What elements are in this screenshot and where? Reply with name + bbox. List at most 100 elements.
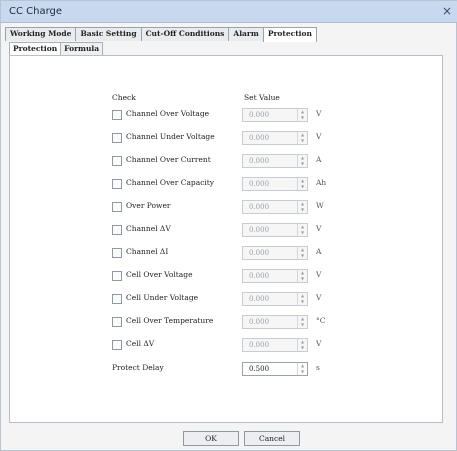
row-cell-under-voltage: Cell Under Voltage 0.000 ▲ ▼ V xyxy=(112,292,432,306)
checkbox[interactable] xyxy=(112,225,122,235)
checkbox[interactable] xyxy=(112,179,122,189)
value-spinbox[interactable]: 0.000 ▲ ▼ xyxy=(242,269,308,283)
value-spinbox[interactable]: 0.000 ▲ ▼ xyxy=(242,154,308,168)
checkbox[interactable] xyxy=(112,248,122,258)
tab-protection[interactable]: Protection xyxy=(262,27,317,42)
spin-buttons: ▲ ▼ xyxy=(297,339,307,351)
row-label: Over Power xyxy=(126,201,171,210)
subtab-formula[interactable]: Formula xyxy=(60,42,104,55)
unit-label: V xyxy=(316,109,322,118)
ok-button[interactable]: OK xyxy=(183,431,239,446)
row-label: Channel Over Voltage xyxy=(126,109,210,118)
spin-down-icon[interactable]: ▼ xyxy=(298,115,307,121)
cc-charge-dialog: CC Charge × Working Mode Basic Setting C… xyxy=(0,0,457,451)
row-label: Cell Over Temperature xyxy=(126,316,214,325)
checkbox[interactable] xyxy=(112,340,122,350)
unit-label: A xyxy=(316,247,322,256)
checkbox[interactable] xyxy=(112,294,122,304)
value-spinbox[interactable]: 0.000 ▲ ▼ xyxy=(242,223,308,237)
spinbox-value: 0.000 xyxy=(249,134,270,142)
row-cell-over-voltage: Cell Over Voltage 0.000 ▲ ▼ V xyxy=(112,269,432,283)
spin-buttons: ▲ ▼ xyxy=(297,132,307,144)
spin-down-icon[interactable]: ▼ xyxy=(298,276,307,282)
spin-buttons: ▲ ▼ xyxy=(297,270,307,282)
spin-down-icon[interactable]: ▼ xyxy=(298,253,307,259)
spin-buttons: ▲ ▼ xyxy=(297,316,307,328)
row-cell-over-temperature: Cell Over Temperature 0.000 ▲ ▼ °C xyxy=(112,315,432,329)
spin-buttons: ▲ ▼ xyxy=(297,224,307,236)
check-column-header: Check xyxy=(112,93,136,102)
spin-down-icon[interactable]: ▼ xyxy=(298,345,307,351)
spin-down-icon[interactable]: ▼ xyxy=(298,138,307,144)
value-spinbox[interactable]: 0.000 ▲ ▼ xyxy=(242,246,308,260)
spin-buttons: ▲ ▼ xyxy=(297,109,307,121)
value-spinbox[interactable]: 0.000 ▲ ▼ xyxy=(242,108,308,122)
row-channel-delta-i: Channel ΔI 0.000 ▲ ▼ A xyxy=(112,246,432,260)
spin-down-icon[interactable]: ▼ xyxy=(298,322,307,328)
close-icon[interactable]: × xyxy=(440,4,454,18)
checkbox[interactable] xyxy=(112,202,122,212)
unit-label: Ah xyxy=(316,178,327,187)
checkbox[interactable] xyxy=(112,317,122,327)
checkbox[interactable] xyxy=(112,156,122,166)
title-bar: CC Charge × xyxy=(1,1,457,23)
checkbox[interactable] xyxy=(112,133,122,143)
window-title: CC Charge xyxy=(9,6,63,17)
value-spinbox[interactable]: 0.000 ▲ ▼ xyxy=(242,177,308,191)
main-tabs: Working Mode Basic Setting Cut-Off Condi… xyxy=(5,27,317,42)
subtab-protection[interactable]: Protection xyxy=(9,42,62,56)
spinbox-value: 0.000 xyxy=(249,226,270,234)
spinbox-value: 0.000 xyxy=(249,272,270,280)
spin-buttons: ▲ ▼ xyxy=(297,293,307,305)
value-spinbox[interactable]: 0.000 ▲ ▼ xyxy=(242,338,308,352)
value-spinbox[interactable]: 0.000 ▲ ▼ xyxy=(242,131,308,145)
row-label: Channel Over Current xyxy=(126,155,211,164)
spin-buttons: ▲ ▼ xyxy=(297,201,307,213)
spinbox-value: 0.000 xyxy=(249,295,270,303)
cancel-button[interactable]: Cancel xyxy=(244,431,300,446)
unit-label: A xyxy=(316,155,322,164)
spin-down-icon[interactable]: ▼ xyxy=(298,161,307,167)
spin-down-icon[interactable]: ▼ xyxy=(298,230,307,236)
checkbox[interactable] xyxy=(112,110,122,120)
value-spinbox[interactable]: 0.000 ▲ ▼ xyxy=(242,292,308,306)
value-spinbox[interactable]: 0.000 ▲ ▼ xyxy=(242,200,308,214)
tab-basic-setting[interactable]: Basic Setting xyxy=(75,27,142,41)
protect-delay-label: Protect Delay xyxy=(112,363,164,372)
spinbox-value: 0.000 xyxy=(249,180,270,188)
row-label: Cell Under Voltage xyxy=(126,293,199,302)
unit-label: V xyxy=(316,132,322,141)
tab-alarm[interactable]: Alarm xyxy=(228,27,264,41)
row-channel-over-current: Channel Over Current 0.000 ▲ ▼ A xyxy=(112,154,432,168)
spin-down-icon[interactable]: ▼ xyxy=(298,207,307,213)
row-label: Cell ΔV xyxy=(126,339,155,348)
spin-down-icon[interactable]: ▼ xyxy=(298,369,307,375)
unit-label: °C xyxy=(316,316,326,325)
row-channel-over-capacity: Channel Over Capacity 0.000 ▲ ▼ Ah xyxy=(112,177,432,191)
unit-label: V xyxy=(316,293,322,302)
tab-working-mode[interactable]: Working Mode xyxy=(5,27,77,41)
unit-label: V xyxy=(316,224,322,233)
spin-buttons: ▲ ▼ xyxy=(297,363,307,375)
row-label: Cell Over Voltage xyxy=(126,270,193,279)
row-protect-delay: Protect Delay 0.500 ▲ ▼ s xyxy=(112,362,432,376)
protect-delay-spinbox[interactable]: 0.500 ▲ ▼ xyxy=(242,362,308,376)
spin-buttons: ▲ ▼ xyxy=(297,155,307,167)
spinbox-value: 0.000 xyxy=(249,341,270,349)
spin-buttons: ▲ ▼ xyxy=(297,247,307,259)
spinbox-value: 0.000 xyxy=(249,157,270,165)
value-spinbox[interactable]: 0.000 ▲ ▼ xyxy=(242,315,308,329)
set-value-column-header: Set Value xyxy=(244,93,280,102)
spinbox-value: 0.500 xyxy=(249,365,270,373)
row-channel-delta-v: Channel ΔV 0.000 ▲ ▼ V xyxy=(112,223,432,237)
row-over-power: Over Power 0.000 ▲ ▼ W xyxy=(112,200,432,214)
sub-tabs: Protection Formula xyxy=(9,42,104,56)
spinbox-value: 0.000 xyxy=(249,249,270,257)
spin-down-icon[interactable]: ▼ xyxy=(298,299,307,305)
checkbox[interactable] xyxy=(112,271,122,281)
spin-down-icon[interactable]: ▼ xyxy=(298,184,307,190)
tab-cut-off-conditions[interactable]: Cut-Off Conditions xyxy=(140,27,230,41)
unit-label: V xyxy=(316,339,322,348)
spin-buttons: ▲ ▼ xyxy=(297,178,307,190)
spinbox-value: 0.000 xyxy=(249,111,270,119)
